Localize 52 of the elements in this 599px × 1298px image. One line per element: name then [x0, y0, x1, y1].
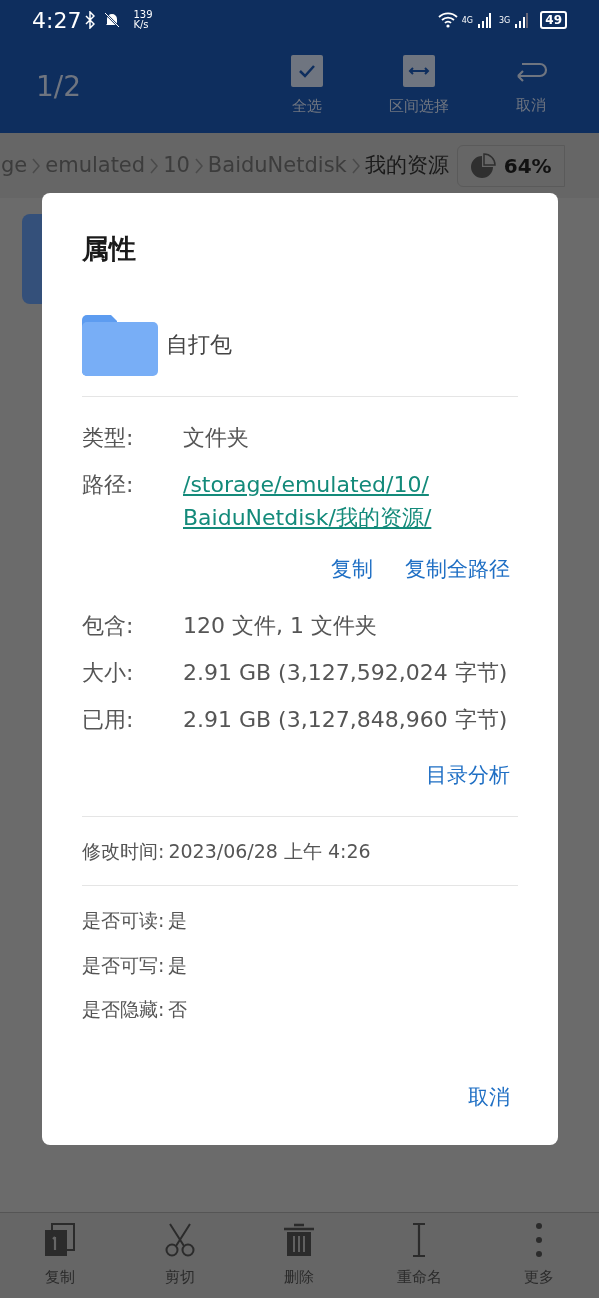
- network-type: 3G: [499, 15, 511, 27]
- cancel-button[interactable]: 取消: [468, 1081, 510, 1113]
- property-value: 是: [168, 952, 188, 978]
- toolbar-button[interactable]: 区间选择: [371, 55, 467, 118]
- property-value: 120 文件, 1 文件夹: [183, 612, 377, 640]
- dialog-title: 属性: [82, 232, 137, 266]
- toolbar-button[interactable]: 全选: [259, 55, 355, 118]
- bottom-action[interactable]: 剪切: [134, 1222, 225, 1289]
- speed-value: 139: [133, 10, 153, 20]
- signal-icon: [514, 12, 529, 28]
- property-label: 包含:: [82, 612, 135, 640]
- property-value: 2.91 GB (3,127,592,024 字节): [183, 659, 508, 687]
- battery-indicator: 49: [540, 11, 567, 29]
- path-link[interactable]: /storage/emulated/10/ BaiduNetdisk/我的资源/: [183, 467, 432, 534]
- property-label: 是否隐藏:: [82, 997, 165, 1022]
- bottom-action[interactable]: 更多: [494, 1222, 585, 1289]
- analyze-link[interactable]: 目录分析: [426, 760, 510, 792]
- speed-unit: K/s: [133, 20, 150, 30]
- bottom-action[interactable]: 复制: [14, 1222, 105, 1289]
- breadcrumb-item[interactable]: 我的资源: [364, 149, 449, 182]
- more-icon: [535, 1222, 544, 1259]
- property-label: 类型:: [82, 423, 135, 452]
- storage-badge[interactable]: 64%: [456, 144, 565, 187]
- folder-name: 自打包: [166, 331, 232, 359]
- property-label: 是否可写:: [82, 952, 165, 978]
- toolbar-button[interactable]: 取消: [483, 55, 579, 118]
- signal-icon: [477, 12, 491, 28]
- selection-count: 1/2: [36, 68, 82, 105]
- property-label: 是否可读:: [82, 908, 165, 933]
- bluetooth-icon: [85, 11, 96, 29]
- property-value: 文件夹: [183, 423, 249, 452]
- bell-muted-icon: [103, 11, 122, 29]
- storage-percent: 64%: [503, 152, 552, 180]
- property-label: 大小:: [82, 659, 135, 687]
- property-value: 是: [168, 908, 188, 933]
- wifi-icon: [437, 12, 458, 28]
- range-icon: [403, 55, 435, 88]
- property-label: 修改时间:: [82, 838, 165, 864]
- clock: 4:27: [32, 6, 82, 35]
- network-type: 4G: [461, 15, 473, 27]
- check-icon: [291, 55, 323, 88]
- copy-link[interactable]: 复制全路径: [405, 553, 510, 585]
- copy-link[interactable]: 复制: [331, 553, 373, 585]
- property-label: 已用:: [82, 706, 135, 734]
- property-value: 2023/06/28 上午 4:26: [168, 838, 371, 864]
- property-value: 2.91 GB (3,127,848,960 字节): [183, 706, 508, 734]
- bottom-action[interactable]: 重命名: [374, 1222, 465, 1289]
- property-label: 路径:: [82, 470, 135, 499]
- bottom-action[interactable]: 删除: [254, 1222, 345, 1289]
- pie-chart-icon: [469, 152, 496, 179]
- folder-icon: [82, 313, 158, 376]
- property-value: 否: [168, 997, 188, 1022]
